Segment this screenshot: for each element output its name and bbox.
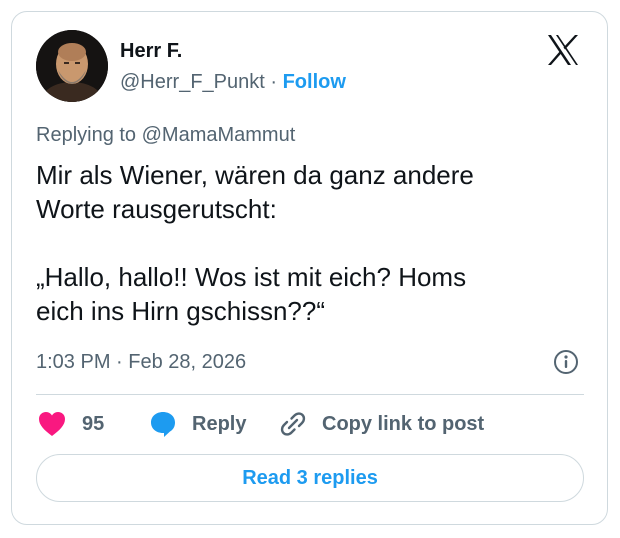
reply-button[interactable]: Reply <box>149 409 246 439</box>
info-icon[interactable] <box>553 349 579 375</box>
tweet-line: „Hallo, hallo!! Wos ist mit eich? Homs <box>36 262 467 292</box>
x-logo-icon[interactable] <box>546 34 580 66</box>
tweet-timestamp[interactable]: 1:03 PM · Feb 28, 2026 <box>36 350 246 374</box>
handle-separator: · <box>270 71 278 93</box>
heart-icon <box>38 411 66 437</box>
copy-link-label: Copy link to post <box>322 412 485 435</box>
avatar[interactable] <box>36 30 108 102</box>
author-handle[interactable]: @Herr_F_Punkt <box>120 71 265 93</box>
like-count: 95 <box>82 412 105 435</box>
like-button[interactable]: 95 <box>38 409 104 439</box>
read-replies-button[interactable]: Read 3 replies <box>36 454 584 502</box>
link-icon <box>279 410 307 438</box>
tweet-line: Worte rausgerutscht: <box>36 194 277 224</box>
tweet-time: 1:03 PM <box>36 351 111 373</box>
author-name[interactable]: Herr F. <box>120 40 182 62</box>
follow-button[interactable]: Follow <box>283 71 346 93</box>
divider <box>36 394 584 395</box>
tweet-line: Mir als Wiener, wären da ganz andere <box>36 160 474 190</box>
meta-separator: · <box>116 351 123 373</box>
replying-to: Replying to @MamaMammut <box>36 124 296 146</box>
tweet-date: Feb 28, 2026 <box>128 351 247 373</box>
tweet-text: Mir als Wiener, wären da ganz andere Wor… <box>36 158 576 328</box>
reply-bubble-icon <box>149 410 177 438</box>
reply-label: Reply <box>192 412 247 435</box>
copy-link-button[interactable]: Copy link to post <box>279 409 484 439</box>
tweet-line: eich ins Hirn gschissn??“ <box>36 296 326 326</box>
author-handle-row: @Herr_F_Punkt · Follow <box>120 70 346 94</box>
